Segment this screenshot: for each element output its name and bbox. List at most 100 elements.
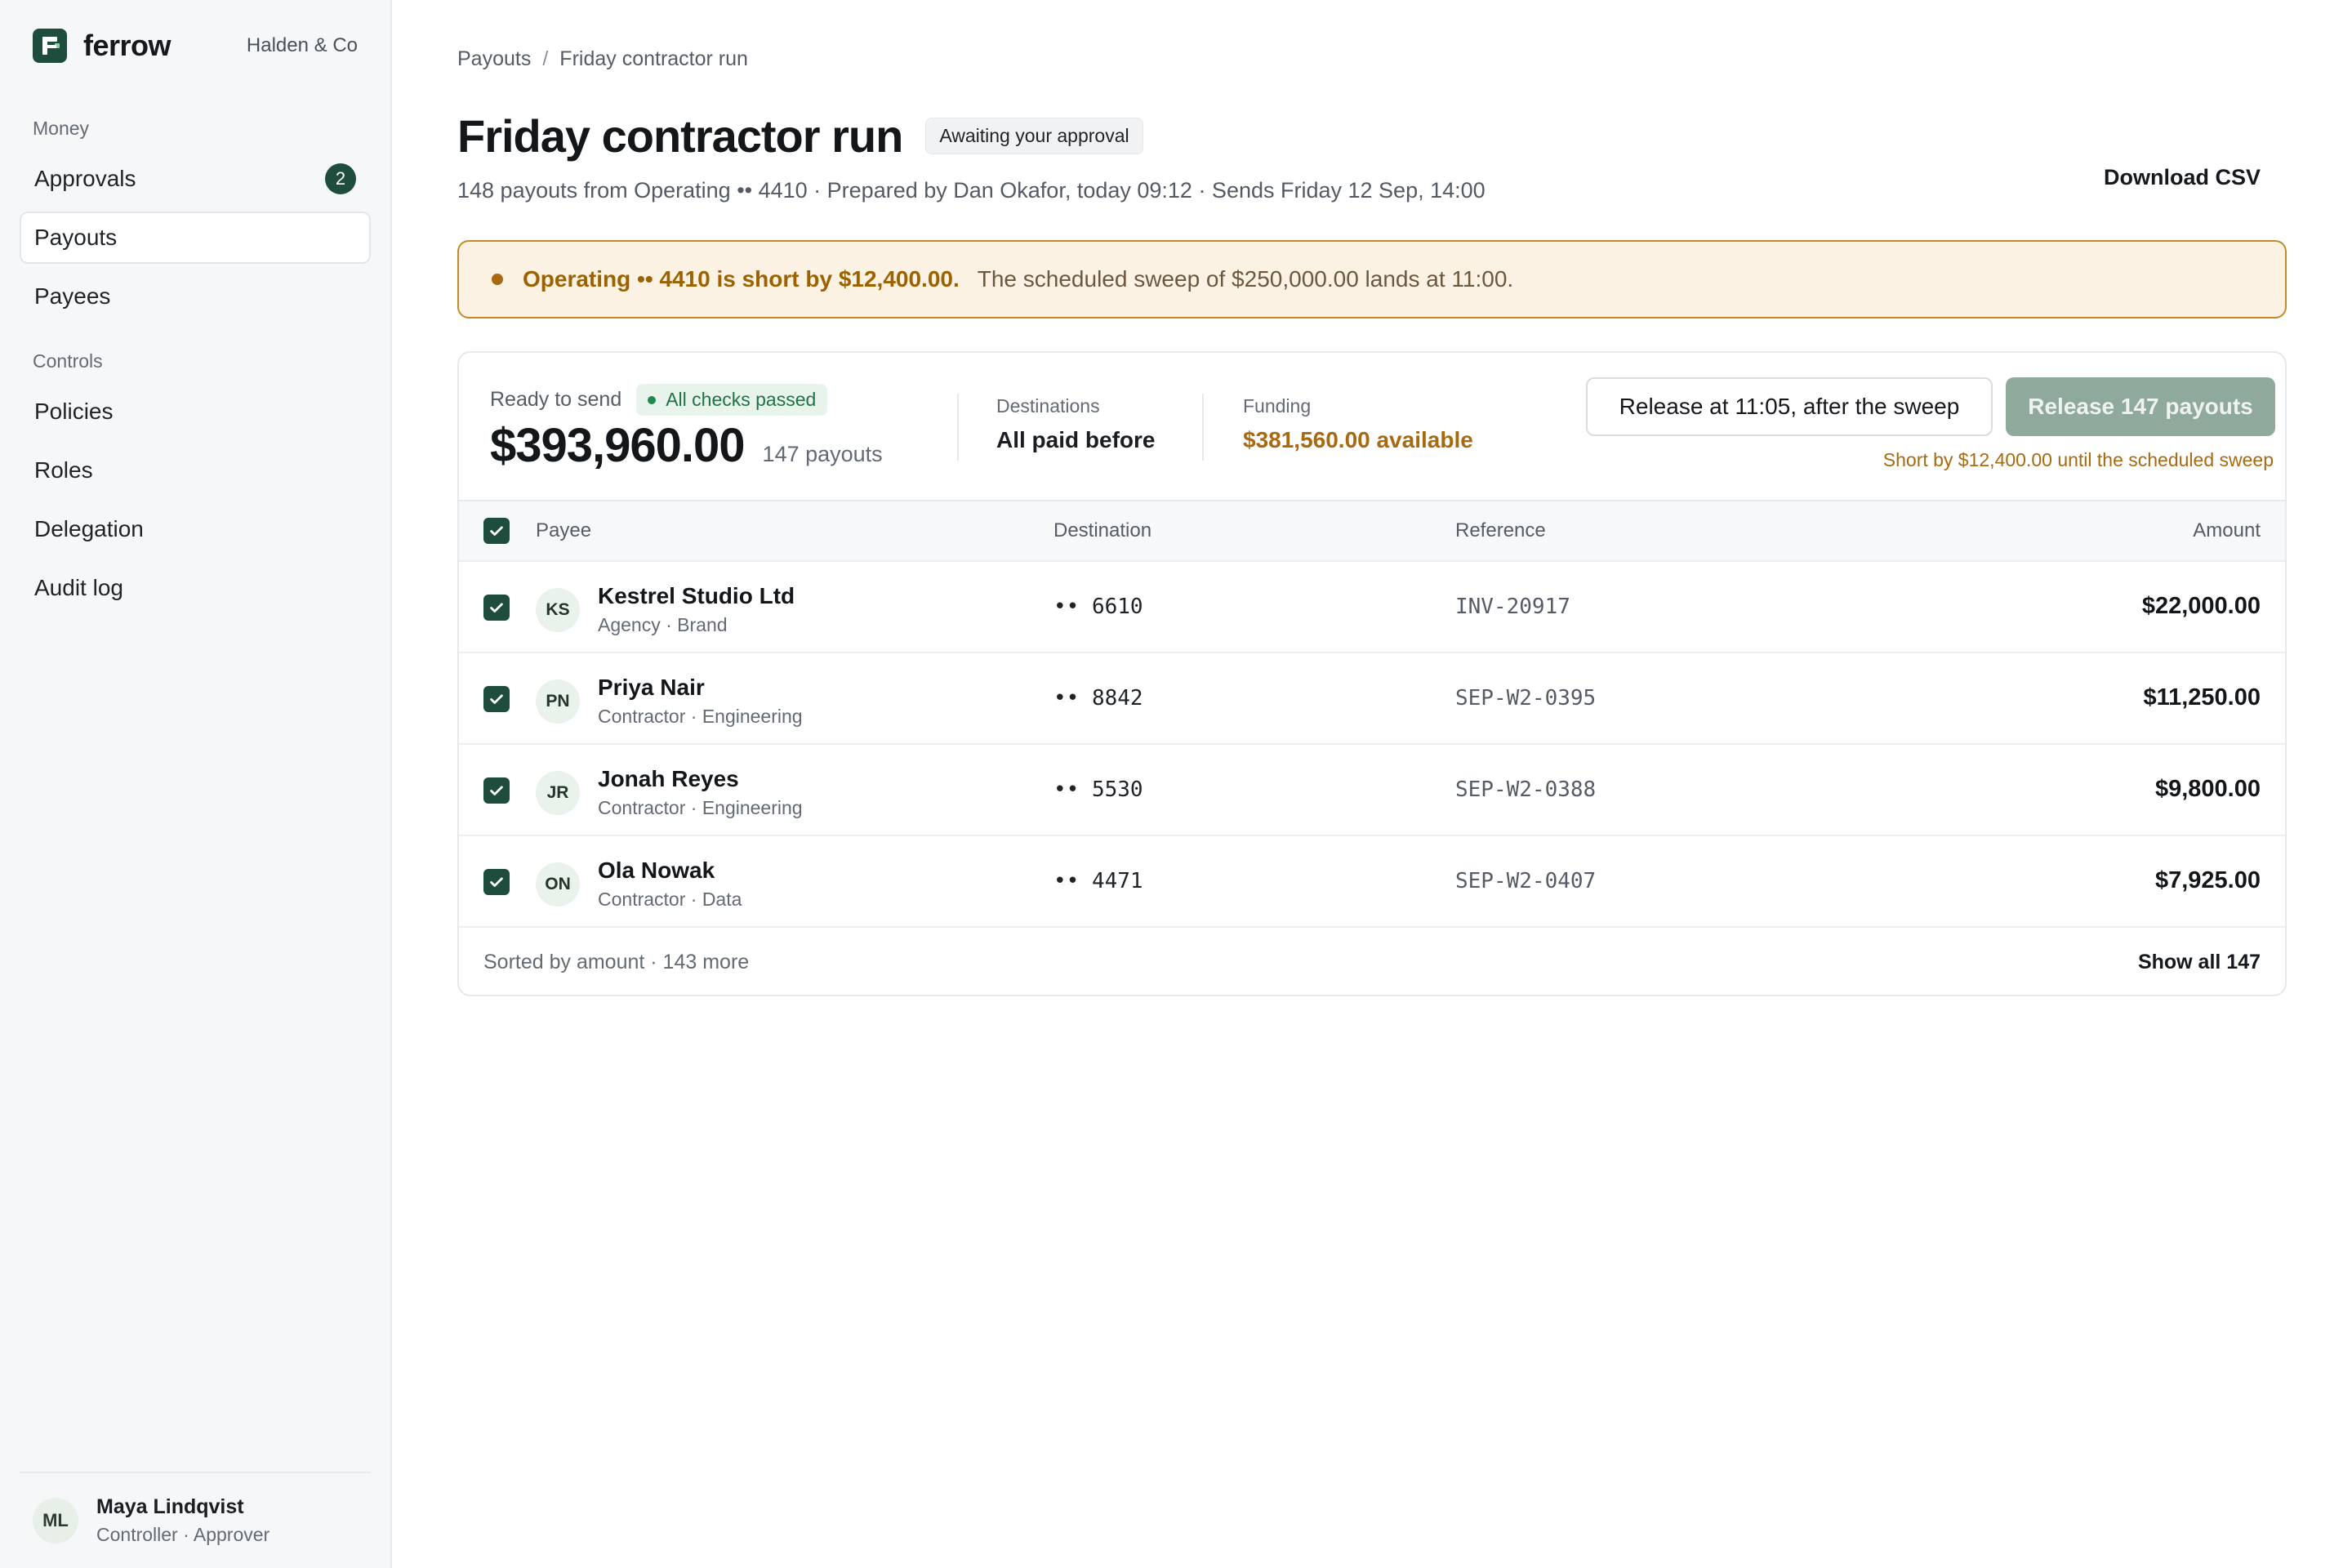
payee-info: Ola Nowak Contractor · Data (598, 858, 742, 911)
alert-headline: Operating •• 4410 is short by $12,400.00… (523, 266, 960, 292)
payee-category: Contractor · Data (598, 889, 742, 910)
table-row[interactable]: PN Priya Nair Contractor · Engineering •… (459, 653, 2285, 745)
payee-cell: PN Priya Nair Contractor · Engineering (536, 675, 803, 728)
payee-cell: KS Kestrel Studio Ltd Agency · Brand (536, 583, 795, 636)
table-row[interactable]: JR Jonah Reyes Contractor · Engineering … (459, 745, 2285, 836)
avatar: PN (536, 679, 580, 724)
sidebar-item-label: Policies (34, 399, 114, 424)
payee-category: Agency · Brand (598, 614, 728, 635)
show-all-button[interactable]: Show all 147 (2138, 951, 2261, 974)
sidebar-item-policies[interactable]: Policies (20, 385, 371, 438)
table-header: Payee Destination Reference Amount (459, 501, 2285, 562)
checks-passed-badge: All checks passed (636, 384, 828, 416)
sidebar-item-label: Payees (34, 283, 111, 309)
sidebar-item-payees[interactable]: Payees (20, 270, 371, 323)
destinations-label: Destinations (996, 395, 1100, 416)
brand-bar: ferrow Halden & Co (20, 0, 371, 91)
payee-cell: JR Jonah Reyes Contractor · Engineering (536, 766, 803, 819)
destination-account: •• 4471 (1054, 869, 1143, 893)
sidebar-item-label: Payouts (34, 225, 118, 250)
destinations-metric: Destinations All paid before (996, 395, 1155, 453)
shortfall-note: Short by $12,400.00 until the scheduled … (1882, 449, 2274, 470)
approvals-count-badge: 2 (325, 163, 356, 194)
avatar: JR (536, 770, 580, 815)
destination-account: •• 6610 (1054, 595, 1143, 619)
destination-account: •• 5530 (1054, 777, 1143, 802)
row-checkbox[interactable] (483, 686, 510, 712)
payout-count: 147 payouts (762, 442, 883, 466)
payee-name: Ola Nowak (598, 858, 715, 883)
sort-note: Sorted by amount · 143 more (483, 950, 750, 973)
nav-section-controls: Controls (33, 350, 103, 372)
sidebar-item-label: Audit log (34, 575, 123, 600)
column-header-reference[interactable]: Reference (1455, 519, 1546, 542)
sidebar-item-audit-log[interactable]: Audit log (20, 562, 371, 614)
current-user[interactable]: ML Maya Lindqvist Controller · Approver (20, 1472, 371, 1568)
divider (957, 394, 959, 461)
row-checkbox[interactable] (483, 595, 510, 621)
row-checkbox[interactable] (483, 777, 510, 804)
payee-name: Kestrel Studio Ltd (598, 583, 795, 608)
destinations-value: All paid before (996, 427, 1156, 452)
payee-category: Contractor · Engineering (598, 706, 803, 727)
total-amount: $393,960.00 (490, 419, 746, 472)
select-all-checkbox[interactable] (483, 518, 510, 544)
reference-code: SEP-W2-0407 (1455, 869, 1597, 893)
avatar: ML (33, 1498, 78, 1544)
table-footer: Sorted by amount · 143 more Show all 147 (459, 928, 2285, 995)
reference-code: SEP-W2-0388 (1455, 777, 1597, 802)
avatar: KS (536, 587, 580, 632)
ready-label: Ready to send All checks passed (490, 384, 828, 416)
checkbox-checked-icon (483, 869, 510, 895)
column-header-destination[interactable]: Destination (1054, 519, 1152, 542)
reference-code: SEP-W2-0395 (1455, 686, 1597, 710)
user-role: Controller · Approver (96, 1524, 270, 1545)
sidebar-item-payouts[interactable]: Payouts (20, 212, 371, 264)
payee-name: Priya Nair (598, 675, 705, 700)
sidebar-item-approvals[interactable]: Approvals 2 (20, 153, 371, 205)
funding-value: $381,560.00 available (1243, 427, 1473, 452)
table-row[interactable]: ON Ola Nowak Contractor · Data •• 4471 S… (459, 836, 2285, 928)
sidebar-item-label: Delegation (34, 516, 144, 541)
sidebar: ferrow Halden & Co Money Approvals 2 Pay… (0, 0, 392, 1568)
payee-info: Priya Nair Contractor · Engineering (598, 675, 803, 728)
release-payouts-button[interactable]: Release 147 payouts (2006, 377, 2275, 436)
payee-cell: ON Ola Nowak Contractor · Data (536, 858, 742, 911)
destination-account: •• 8842 (1054, 686, 1143, 710)
status-dot-icon (648, 395, 657, 404)
warning-dot-icon (492, 274, 503, 285)
avatar: ON (536, 862, 580, 906)
funding-alert: Operating •• 4410 is short by $12,400.00… (457, 240, 2287, 318)
title-row: Friday contractor run Awaiting your appr… (457, 109, 1143, 163)
table-row[interactable]: KS Kestrel Studio Ltd Agency · Brand •• … (459, 562, 2285, 653)
sidebar-item-delegation[interactable]: Delegation (20, 503, 371, 555)
payout-amount: $11,250.00 (2143, 684, 2261, 710)
checkbox-checked-icon (483, 777, 510, 804)
column-header-amount[interactable]: Amount (2193, 519, 2261, 542)
checkbox-checked-icon (483, 595, 510, 621)
run-summary: Ready to send All checks passed $393,960… (459, 353, 2285, 501)
payout-amount: $7,925.00 (2154, 867, 2261, 893)
alert-detail: The scheduled sweep of $250,000.00 lands… (977, 266, 1514, 292)
brand-name: ferrow (83, 29, 172, 62)
checks-passed-label: All checks passed (666, 389, 817, 410)
brand-logo[interactable]: ferrow (33, 29, 172, 63)
funding-label: Funding (1243, 395, 1312, 416)
org-switcher[interactable]: Halden & Co (247, 34, 358, 57)
breadcrumb-payouts-link[interactable]: Payouts (457, 47, 531, 71)
payout-amount: $9,800.00 (2154, 776, 2261, 802)
checkbox-checked-icon (483, 518, 510, 544)
breadcrumb-separator: / (542, 47, 549, 70)
sidebar-item-roles[interactable]: Roles (20, 444, 371, 497)
sidebar-item-label: Approvals (34, 166, 136, 191)
run-total: $393,960.00 147 payouts (490, 418, 883, 473)
payee-category: Contractor · Engineering (598, 797, 803, 818)
ready-to-send-label: Ready to send (490, 388, 622, 411)
download-csv-button[interactable]: Download CSV (2104, 165, 2261, 190)
row-checkbox[interactable] (483, 869, 510, 895)
breadcrumb-current: Friday contractor run (559, 47, 748, 70)
column-header-payee[interactable]: Payee (536, 519, 591, 542)
funding-metric: Funding $381,560.00 available (1243, 395, 1473, 453)
release-after-sweep-button[interactable]: Release at 11:05, after the sweep (1586, 377, 1993, 436)
payout-run-card: Ready to send All checks passed $393,960… (457, 351, 2287, 996)
